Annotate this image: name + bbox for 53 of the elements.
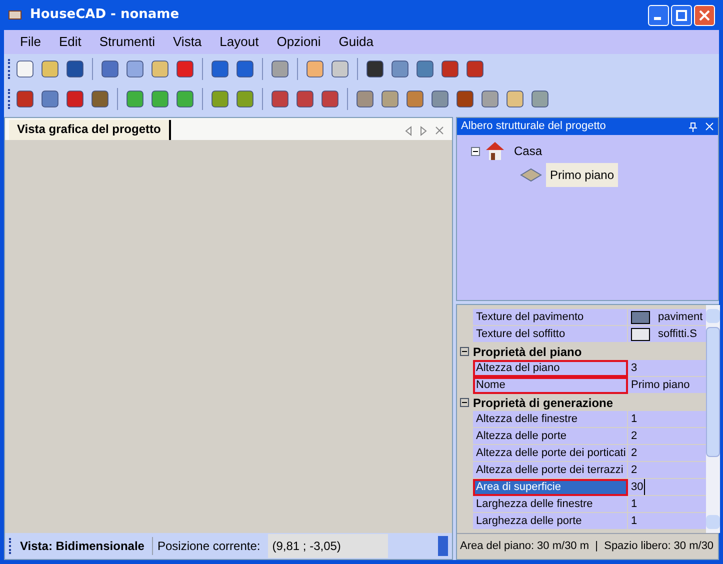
property-name[interactable]: Altezza del piano bbox=[473, 360, 628, 377]
menu-item[interactable]: Layout bbox=[212, 32, 267, 52]
property-name[interactable]: Altezza delle porte dei porticati bbox=[473, 445, 628, 462]
menu-item[interactable]: Guida bbox=[330, 32, 382, 52]
overflow-grip[interactable] bbox=[438, 536, 448, 556]
scrollbar[interactable] bbox=[706, 305, 720, 533]
pin-icon[interactable] bbox=[689, 122, 697, 132]
property-value[interactable]: 2 bbox=[631, 462, 638, 478]
property-value[interactable]: 1 bbox=[631, 496, 638, 512]
menu-item[interactable]: Edit bbox=[50, 32, 90, 52]
property-value[interactable]: 2 bbox=[631, 445, 638, 461]
maximize-icon bbox=[676, 10, 687, 20]
property-name[interactable]: Area di superficie bbox=[473, 479, 628, 496]
tree-item[interactable]: Casa bbox=[510, 139, 546, 163]
property-value[interactable]: 1 bbox=[631, 513, 638, 529]
position-value: (9,81 ; -3,05) bbox=[268, 534, 388, 558]
close-icon[interactable] bbox=[435, 126, 444, 135]
menu-item[interactable]: Vista bbox=[165, 32, 210, 52]
property-name[interactable]: Larghezza delle porte bbox=[473, 513, 628, 530]
property-value[interactable]: 2 bbox=[631, 428, 638, 444]
properties-status: Area del piano: 30 m/30 m | Spazio libero: 30 m/30 bbox=[457, 533, 718, 559]
left-arrow-icon[interactable] bbox=[405, 126, 412, 136]
close-button[interactable] bbox=[694, 4, 715, 26]
position-label: Posizione corrente: bbox=[152, 537, 260, 555]
property-value[interactable]: 30 bbox=[631, 479, 646, 495]
menu-item[interactable]: Opzioni bbox=[268, 32, 329, 52]
right-arrow-icon[interactable] bbox=[420, 126, 427, 136]
view-mode-label: Vista: Bidimensionale bbox=[20, 538, 144, 555]
panel-title: Albero strutturale del progetto bbox=[461, 119, 606, 134]
property-name[interactable]: Altezza delle porte dei terrazzi bbox=[473, 462, 628, 479]
property-value[interactable]: 3 bbox=[631, 360, 638, 376]
property-name[interactable]: Nome bbox=[473, 377, 628, 394]
view-tab[interactable]: Vista grafica del progetto bbox=[9, 120, 171, 140]
property-value[interactable]: 1 bbox=[631, 411, 638, 427]
category-header[interactable]: Proprietà di generazione bbox=[473, 394, 614, 412]
maximize-button[interactable] bbox=[671, 4, 692, 26]
menu-item[interactable]: Strumenti bbox=[91, 32, 163, 52]
collapse-toggle[interactable] bbox=[460, 398, 469, 407]
close-icon bbox=[699, 10, 710, 20]
collapse-toggle[interactable] bbox=[460, 347, 469, 356]
category-header[interactable]: Proprietà del piano bbox=[473, 342, 582, 360]
property-name[interactable]: Altezza delle finestre bbox=[473, 411, 628, 428]
minimize-button[interactable] bbox=[648, 4, 669, 26]
app-icon bbox=[8, 9, 22, 21]
property-name[interactable]: Altezza delle porte bbox=[473, 428, 628, 445]
property-name[interactable]: Larghezza delle finestre bbox=[473, 496, 628, 513]
property-name[interactable]: Texture del pavimento bbox=[473, 309, 628, 326]
menu-item[interactable]: File bbox=[12, 32, 49, 52]
window-title: HouseCAD - noname bbox=[30, 6, 180, 24]
property-name[interactable]: Texture del soffitto bbox=[473, 326, 628, 343]
collapse-toggle[interactable] bbox=[471, 146, 480, 156]
tree-item[interactable]: Primo piano bbox=[546, 163, 618, 187]
minimize-icon bbox=[654, 17, 660, 20]
